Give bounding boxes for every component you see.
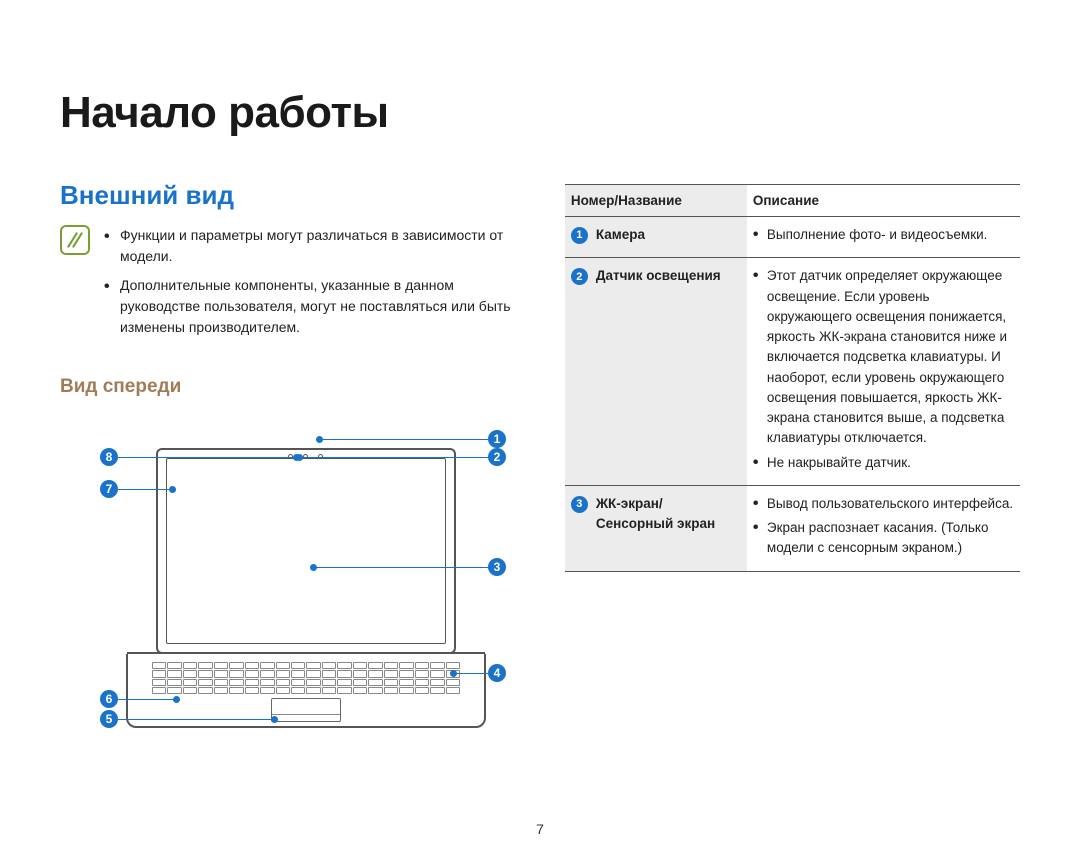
left-column: Внешний вид Функции и параметры могут ра… — [60, 180, 525, 748]
content-columns: Внешний вид Функции и параметры могут ра… — [60, 180, 1020, 748]
table-row: 3 ЖК-экран/ Сенсорный экран Вывод пользо… — [565, 485, 1020, 571]
callout-5: 5 — [100, 710, 278, 728]
callout-6: 6 — [100, 690, 180, 708]
right-column: Номер/Название Описание 1 Камера — [565, 180, 1020, 748]
callout-8: 8 — [100, 448, 300, 466]
callout-7: 7 — [100, 480, 176, 498]
callout-4: 4 — [450, 664, 506, 682]
subsection-heading: Вид спереди — [60, 376, 525, 398]
laptop-lid — [156, 448, 456, 654]
table-row: 2 Датчик освещения Этот датчик определяе… — [565, 258, 1020, 486]
row-description: Вывод пользовательского интерфейса. Экра… — [753, 494, 1014, 559]
note-item: Дополнительные компоненты, указанные в д… — [104, 275, 525, 338]
note-item: Функции и параметры могут различаться в … — [104, 225, 525, 267]
row-description: Этот датчик определяет окружающее освеще… — [753, 266, 1014, 473]
row-name: Датчик освещения — [596, 266, 721, 286]
note-block: Функции и параметры могут различаться в … — [60, 225, 525, 346]
callout-number: 3 — [488, 558, 506, 576]
page-number: 7 — [536, 821, 544, 837]
callout-number: 5 — [100, 710, 118, 728]
desc-item: Не накрывайте датчик. — [753, 453, 1014, 473]
row-name: Камера — [596, 225, 645, 245]
callout-1: 1 — [316, 430, 506, 448]
touchpad-icon — [271, 698, 341, 722]
callout-number: 1 — [488, 430, 506, 448]
row-number: 2 — [571, 268, 588, 285]
desc-item: Выполнение фото- и видеосъемки. — [753, 225, 1014, 245]
parts-table: Номер/Название Описание 1 Камера — [565, 184, 1020, 572]
desc-item: Экран распознает касания. (Только модели… — [753, 518, 1014, 559]
row-description: Выполнение фото- и видеосъемки. — [753, 225, 1014, 245]
page: Начало работы Внешний вид Функции и пара… — [0, 88, 1080, 851]
callout-number: 8 — [100, 448, 118, 466]
row-number: 1 — [571, 227, 588, 244]
note-list: Функции и параметры могут различаться в … — [104, 225, 525, 346]
section-heading: Внешний вид — [60, 180, 525, 211]
callout-2: 2 — [296, 448, 506, 466]
callout-3: 3 — [310, 558, 506, 576]
table-header-desc: Описание — [747, 185, 1020, 217]
table-header-name: Номер/Название — [565, 185, 747, 217]
note-icon — [60, 225, 90, 255]
row-name: ЖК-экран/ Сенсорный экран — [596, 494, 715, 535]
page-title: Начало работы — [60, 88, 1020, 138]
callout-number: 7 — [100, 480, 118, 498]
laptop-front-diagram: 1 2 3 4 8 — [100, 408, 520, 748]
desc-item: Вывод пользовательского интерфейса. — [753, 494, 1014, 514]
row-number: 3 — [571, 496, 588, 513]
keyboard-icon — [152, 662, 460, 694]
callout-number: 2 — [488, 448, 506, 466]
laptop-screen — [166, 458, 446, 644]
callout-number: 6 — [100, 690, 118, 708]
desc-item: Этот датчик определяет окружающее освеще… — [753, 266, 1014, 448]
callout-number: 4 — [488, 664, 506, 682]
table-row: 1 Камера Выполнение фото- и видеосъемки. — [565, 217, 1020, 258]
